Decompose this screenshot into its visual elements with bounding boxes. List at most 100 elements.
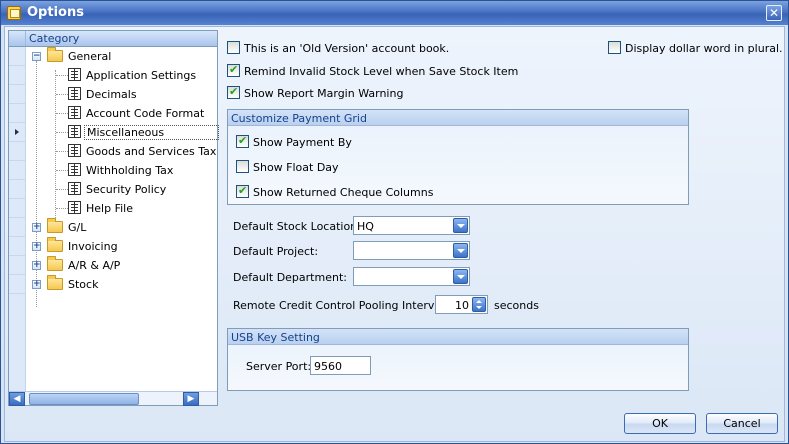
row-indicator bbox=[9, 180, 26, 199]
row-indicator-current bbox=[9, 123, 26, 142]
chevron-left-icon: ◀ bbox=[13, 394, 21, 404]
close-button[interactable]: ✕ bbox=[766, 5, 782, 21]
chevron-right-icon: ▶ bbox=[187, 394, 195, 404]
dollar-plural-label: Display dollar word in plural. bbox=[625, 42, 783, 55]
spin-up-down-icon[interactable] bbox=[472, 297, 486, 312]
chevron-down-icon[interactable] bbox=[453, 218, 468, 233]
tree-node-label: G/L bbox=[68, 221, 87, 234]
expand-icon[interactable]: + bbox=[32, 223, 41, 232]
tree-node-goods-and-services-tax[interactable]: Goods and Services Tax bbox=[27, 142, 217, 161]
folder-icon bbox=[47, 218, 63, 233]
settings-page-icon bbox=[68, 144, 81, 157]
default-stock-location-combo[interactable]: HQ bbox=[353, 216, 470, 235]
tree-node-help-file[interactable]: Help File bbox=[27, 199, 217, 218]
folder-icon bbox=[47, 256, 63, 271]
expand-icon[interactable]: + bbox=[32, 261, 41, 270]
credit-control-interval-spinner[interactable]: 10 bbox=[435, 295, 488, 314]
row-indicator bbox=[9, 161, 26, 180]
tree-line bbox=[56, 151, 68, 152]
server-port-input[interactable]: 9560 bbox=[310, 356, 371, 375]
payment-grid-group: Customize Payment Grid Show Payment By S… bbox=[227, 109, 689, 205]
tree-node-label: Decimals bbox=[86, 88, 137, 101]
tree-node-miscellaneous[interactable]: Miscellaneous bbox=[27, 123, 219, 142]
scroll-thumb[interactable] bbox=[29, 393, 139, 405]
chevron-down-icon[interactable] bbox=[453, 243, 468, 258]
tree-line bbox=[56, 113, 68, 114]
tree-line bbox=[56, 75, 68, 76]
default-department-combo[interactable] bbox=[353, 267, 470, 286]
expand-icon[interactable]: + bbox=[32, 242, 41, 251]
folder-icon bbox=[47, 237, 63, 252]
row-indicator bbox=[9, 237, 26, 256]
tree-node-label: Application Settings bbox=[86, 69, 197, 82]
remind-invalid-stock-checkbox[interactable] bbox=[227, 63, 240, 77]
report-margin-checkbox[interactable] bbox=[227, 85, 240, 99]
tree-node-security-policy[interactable]: Security Policy bbox=[27, 180, 217, 199]
app-icon bbox=[7, 6, 21, 20]
tree-node-ar-ap[interactable]: + A/R & A/P bbox=[27, 256, 217, 275]
row-indicator bbox=[9, 218, 26, 237]
header-indicator-cell bbox=[9, 31, 26, 46]
tree-node-application-settings[interactable]: Application Settings bbox=[27, 66, 217, 85]
collapse-icon[interactable]: − bbox=[32, 52, 41, 61]
dialog-client: Category − General Application Settings … bbox=[4, 26, 785, 442]
dollar-plural-checkbox[interactable] bbox=[608, 41, 621, 54]
tree-node-label: Goods and Services Tax bbox=[86, 145, 217, 158]
show-payment-by-checkbox[interactable] bbox=[236, 134, 249, 148]
tree-node-label: Security Policy bbox=[86, 183, 167, 196]
show-returned-cheque-checkbox[interactable] bbox=[236, 184, 249, 198]
tree-node-label: Stock bbox=[68, 278, 99, 291]
expand-icon[interactable]: + bbox=[32, 280, 41, 289]
usb-key-group-title: USB Key Setting bbox=[228, 329, 688, 345]
settings-page-icon bbox=[68, 125, 81, 138]
tree-node-label: Invoicing bbox=[68, 240, 118, 253]
show-float-day-label: Show Float Day bbox=[253, 161, 339, 174]
folder-icon bbox=[47, 47, 63, 62]
scroll-left-button[interactable]: ◀ bbox=[9, 392, 25, 406]
tree-node-general[interactable]: − General bbox=[27, 47, 217, 66]
payment-grid-title: Customize Payment Grid bbox=[231, 112, 367, 125]
tree-line bbox=[56, 170, 68, 171]
payment-grid-group-title: Customize Payment Grid bbox=[228, 110, 688, 126]
settings-page-icon bbox=[68, 87, 81, 100]
default-project-combo[interactable] bbox=[353, 241, 470, 260]
tree-node-gl[interactable]: + G/L bbox=[27, 218, 217, 237]
cancel-button[interactable]: Cancel bbox=[706, 413, 778, 434]
row-indicator bbox=[9, 199, 26, 218]
usb-key-group: USB Key Setting Server Port: 9560 bbox=[227, 328, 689, 391]
default-stock-location-value: HQ bbox=[357, 220, 374, 233]
tree-line bbox=[56, 94, 68, 95]
settings-page-icon bbox=[68, 182, 81, 195]
tree-line bbox=[56, 132, 68, 133]
category-panel: Category − General Application Settings … bbox=[8, 30, 219, 406]
usb-key-title: USB Key Setting bbox=[231, 331, 320, 344]
title-bar[interactable]: Options ✕ bbox=[1, 1, 788, 25]
chevron-down-icon[interactable] bbox=[453, 269, 468, 284]
tree-node-decimals[interactable]: Decimals bbox=[27, 85, 217, 104]
show-returned-cheque-label: Show Returned Cheque Columns bbox=[253, 186, 434, 199]
settings-page-icon bbox=[68, 68, 81, 81]
tree-node-label: Miscellaneous bbox=[84, 125, 219, 140]
row-indicator bbox=[9, 142, 26, 161]
tree-node-label: Help File bbox=[86, 202, 133, 215]
tree-line bbox=[56, 208, 68, 209]
tree-node-label: General bbox=[68, 50, 112, 63]
tree-node-account-code-format[interactable]: Account Code Format bbox=[27, 104, 217, 123]
horizontal-scrollbar[interactable]: ◀ ▶ bbox=[9, 391, 217, 406]
settings-page-icon bbox=[68, 201, 81, 214]
default-stock-location-label: Default Stock Location: bbox=[233, 220, 361, 233]
settings-page-icon bbox=[68, 163, 81, 176]
credit-control-interval-label: Remote Credit Control Pooling Interval: bbox=[233, 299, 448, 312]
row-indicator bbox=[9, 256, 26, 275]
tree-node-invoicing[interactable]: + Invoicing bbox=[27, 237, 217, 256]
row-indicator bbox=[9, 104, 26, 123]
show-float-day-checkbox[interactable] bbox=[236, 160, 249, 173]
old-version-checkbox[interactable] bbox=[227, 41, 240, 54]
tree-node-withholding-tax[interactable]: Withholding Tax bbox=[27, 161, 217, 180]
scroll-right-button[interactable]: ▶ bbox=[183, 392, 199, 406]
current-row-arrow-icon bbox=[15, 129, 19, 135]
tree-node-stock[interactable]: + Stock bbox=[27, 275, 217, 294]
folder-icon bbox=[47, 275, 63, 290]
ok-button[interactable]: OK bbox=[624, 413, 696, 434]
default-department-label: Default Department: bbox=[233, 271, 347, 284]
